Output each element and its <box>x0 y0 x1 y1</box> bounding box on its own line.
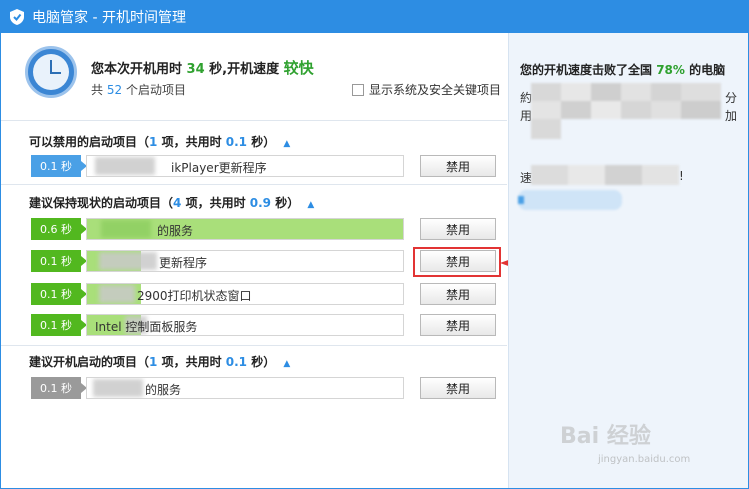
section-recommend-header[interactable]: 建议开机启动的项目（1 项，共用时 0.1 秒） ▲ <box>29 353 290 370</box>
startup-row: 0.1 秒 的服务 禁用 <box>31 377 497 399</box>
startup-count: 共 52 个启动项目 <box>91 83 186 97</box>
blurred-speed-tip <box>531 165 679 185</box>
title-bar: 电脑管家 - 开机时间管理 <box>0 0 749 33</box>
section-divider <box>1 184 507 185</box>
time-badge: 0.1 秒 <box>31 314 87 336</box>
startup-item-name: ikPlayer更新程序 <box>86 155 404 177</box>
disable-button[interactable]: 禁用 <box>420 377 496 399</box>
boot-speed: 较快 <box>283 59 314 77</box>
time-badge: 0.6 秒 <box>31 218 87 240</box>
boot-summary: 您本次开机用时 34 秒,开机速度 较快 共 52 个启动项目 显示系统及安全关… <box>1 33 507 121</box>
speed-rank-percent: 78% <box>656 63 685 77</box>
startup-item-name: 2900打印机状态窗口 <box>86 283 404 305</box>
disable-button[interactable]: 禁用 <box>420 314 496 336</box>
startup-row: 0.1 秒 Intel 控制面板服务 禁用 <box>31 314 497 336</box>
startup-row: 0.1 秒 2900打印机状态窗口 禁用 <box>31 283 497 305</box>
section-keep-header[interactable]: 建议保持现状的启动项目（4 项，共用时 0.9 秒） ▲ <box>29 194 314 211</box>
blurred-description <box>531 83 721 139</box>
section-divider <box>1 345 507 346</box>
startup-row: 0.6 秒 的服务 禁用 <box>31 218 497 240</box>
boot-seconds: 34 <box>186 62 205 77</box>
annotation-highlight-box <box>413 247 501 277</box>
startup-item-name: 更新程序 <box>86 250 404 272</box>
speed-rank-title: 您的开机速度击败了全国 78% 的电脑 <box>520 63 726 77</box>
collapse-chevron-icon[interactable]: ▲ <box>283 139 290 149</box>
time-badge: 0.1 秒 <box>31 155 87 177</box>
startup-item-name: Intel 控制面板服务 <box>86 314 404 336</box>
pc-manager-logo-icon <box>10 8 24 25</box>
boot-time-summary: 您本次开机用时 34 秒,开机速度 较快 <box>91 59 314 77</box>
time-badge: 0.1 秒 <box>31 377 87 399</box>
window-title: 电脑管家 - 开机时间管理 <box>32 9 186 26</box>
time-badge: 0.1 秒 <box>31 250 87 272</box>
show-system-items-checkbox[interactable]: 显示系统及安全关键项目 <box>352 81 501 98</box>
disable-button[interactable]: 禁用 <box>420 283 496 305</box>
startup-item-name: 的服务 <box>86 377 404 399</box>
startup-row: 0.1 秒 ikPlayer更新程序 禁用 <box>31 155 497 177</box>
startup-item-name: 的服务 <box>86 218 404 240</box>
clock-icon <box>25 46 77 98</box>
baidu-watermark-url: jingyan.baidu.com <box>598 454 691 465</box>
time-badge: 0.1 秒 <box>31 283 87 305</box>
section-can-disable-header[interactable]: 可以禁用的启动项目（1 项，共用时 0.1 秒） ▲ <box>29 133 290 150</box>
collapse-chevron-icon[interactable]: ▲ <box>283 359 290 369</box>
disable-button[interactable]: 禁用 <box>420 218 496 240</box>
baidu-watermark: Bai 经验 <box>560 424 651 449</box>
collapse-chevron-icon[interactable]: ▲ <box>307 200 314 210</box>
disable-button[interactable]: 禁用 <box>420 155 496 177</box>
checkbox-box[interactable] <box>352 83 364 96</box>
blurred-link[interactable] <box>518 190 622 212</box>
checkbox-label: 显示系统及安全关键项目 <box>369 83 502 97</box>
